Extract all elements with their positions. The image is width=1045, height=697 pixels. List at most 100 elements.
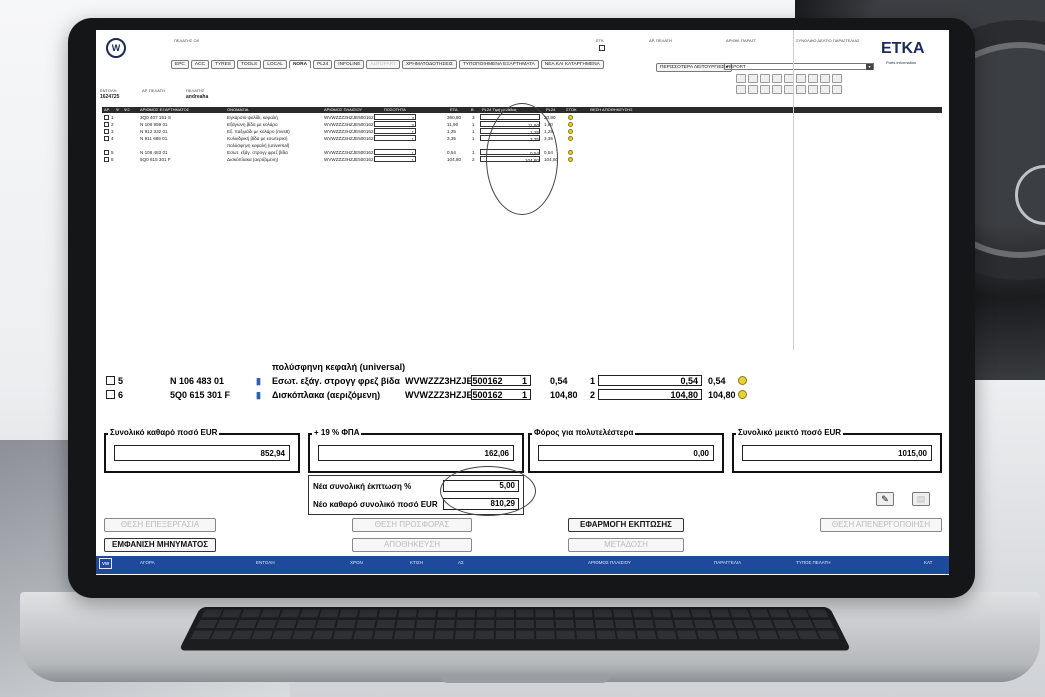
status-vin: ΑΡΙΘΜΟΣ ΠΛΑΙΣΙΟΥ	[588, 560, 631, 565]
undo-icon[interactable]	[772, 85, 782, 94]
tab-epc[interactable]: EPC	[171, 60, 189, 69]
right-divider	[793, 30, 794, 350]
table-row[interactable]: 5 N 106 483 01 ▮ Εσωτ. εξάγ. στρογγ φρεζ…	[98, 374, 958, 388]
row-unit-input[interactable]: 0,54	[598, 375, 702, 386]
customer-number-label: ΑΡ. ΠΕΛΑΤΗ	[649, 38, 672, 43]
row-b: 3	[472, 115, 475, 120]
copy-icon[interactable]	[748, 74, 758, 83]
row-checkbox[interactable]	[104, 115, 109, 120]
link-icon[interactable]	[748, 85, 758, 94]
luxury-tax-value: 0,00	[538, 445, 714, 461]
row-qty-input[interactable]: 2	[374, 114, 416, 121]
col-b[interactable]: Β	[471, 107, 474, 113]
row-qty-input[interactable]: 2	[374, 121, 416, 128]
row-checkbox[interactable]	[104, 136, 109, 141]
row-qty-input[interactable]: 1	[471, 375, 531, 386]
part-info-icon[interactable]: ▮	[256, 374, 261, 388]
save-button[interactable]: ΑΠΟΘΗΚΕΥΣΗ	[352, 538, 472, 552]
show-messages-button[interactable]: ΕΜΦΑΝΙΣΗ ΜΗΝΥΜΑΤΟΣ	[104, 538, 216, 552]
col-qty[interactable]: ΠΟΣΟΤΗΤΑ	[384, 107, 406, 113]
row-name: Εσωτ. εξάγ. στρογγ φρεζ βίδα	[227, 150, 288, 155]
calculator-icon[interactable]: ▤	[912, 492, 930, 506]
row-qty-input[interactable]: 1	[374, 156, 416, 163]
col-storage[interactable]: ΘΕΣΗ ΑΠΟΘΗΚΕΥΣΗΣ	[590, 107, 633, 113]
row-checkbox[interactable]	[106, 390, 115, 399]
tab-tyres[interactable]: TYRES	[211, 60, 236, 69]
tab-acc[interactable]: ACC	[190, 60, 210, 69]
lock-icon[interactable]	[808, 85, 818, 94]
row-no: 2	[111, 122, 114, 127]
row-eta: 0,54	[447, 150, 456, 155]
net-total-label: Συνολικό καθαρό ποσό EUR	[108, 428, 220, 437]
col-psi[interactable]: Ψ	[116, 107, 119, 113]
col-part-number[interactable]: ΑΡΙΘΜΟΣ ΕΞΑΡΤΗΜΑΤΟΣ	[140, 107, 189, 113]
row-checkbox[interactable]	[104, 129, 109, 134]
row-no: 5	[111, 150, 114, 155]
row-checkbox[interactable]	[106, 376, 115, 385]
etk-label: ΕΤΚ	[596, 38, 604, 43]
part-info-icon[interactable]: ▮	[256, 388, 261, 402]
col-stock[interactable]: ΣΤΟΚ	[566, 107, 577, 113]
row-checkbox[interactable]	[104, 157, 109, 162]
row-name: Εξάγωνη βίδα με κολάρο	[227, 122, 278, 127]
offer-button[interactable]: ΘΕΣΗ ΠΡΟΣΦΟΡΑΣ	[352, 518, 472, 532]
edit-button[interactable]: ΘΕΣΗ ΕΠΕΞΕΡΓΑΣΙΑ	[104, 518, 216, 532]
tab-new-discontinued[interactable]: ΝΕΑ ΚΑΙ ΚΑΤΑΡΓΗΜΕΝΑ	[540, 60, 604, 69]
row-b: 1	[472, 129, 475, 134]
grid-icon[interactable]	[736, 85, 746, 94]
filter-icon[interactable]	[760, 74, 770, 83]
row-eta: 1,25	[447, 129, 456, 134]
etk-checkbox[interactable]	[599, 45, 605, 51]
tag-icon[interactable]	[796, 85, 806, 94]
status-purchase: ΠΑΡΑΓΓΕΛΙΑ	[714, 560, 742, 565]
table-row[interactable]: 6 5Q0 615 301 F ▮ Δισκόπλακα (αεριζόμενη…	[98, 388, 958, 402]
row-qty-input[interactable]: 1	[471, 389, 531, 400]
tab-local[interactable]: LOCAL	[263, 60, 287, 69]
send-button[interactable]: ΜΕΤΑΔΟΣΗ	[568, 538, 684, 552]
row-eta: 360,80	[447, 115, 462, 120]
edit-icon[interactable]	[820, 74, 830, 83]
col-no[interactable]: ΑΡ.	[104, 107, 110, 113]
tab-infoline[interactable]: INFOLINE	[334, 60, 365, 69]
export-icon[interactable]	[808, 74, 818, 83]
stock-status-icon	[738, 390, 747, 399]
row-qty-input[interactable]: 1	[374, 128, 416, 135]
row-checkbox[interactable]	[104, 122, 109, 127]
row-name: Εσωτ. εξάγ. στρογγ φρεζ βίδα	[272, 376, 400, 386]
col-psi2[interactable]: Ψ2	[124, 107, 130, 113]
list-icon[interactable]	[772, 74, 782, 83]
dropdown-arrow-icon: ▾	[866, 64, 873, 70]
row-b: 1	[472, 150, 475, 155]
apply-discount-button[interactable]: ΕΦΑΡΜΟΓΗ ΕΚΠΤΩΣΗΣ	[568, 518, 684, 532]
split-right-icon[interactable]	[796, 74, 806, 83]
row-no: 4	[111, 136, 114, 141]
notes-icon[interactable]: ✎	[876, 492, 894, 506]
row-part: N 106 483 01	[140, 150, 168, 155]
deactivate-button[interactable]: ΘΕΣΗ ΑΠΕΝΕΡΓΟΠΟΙΗΣΗ	[820, 518, 942, 532]
tab-financing[interactable]: ΧΡΗΜΑΤΟΔΟΤΗΣΕΙΣ	[401, 60, 457, 69]
more-functions-button[interactable]: ΠΕΡΙΣΣΟΤΕΡΑ ΛΕΙΤΟΥΡΓΙΕΣ ▸	[656, 63, 733, 72]
tab-pl24[interactable]: PL24	[313, 60, 333, 69]
print-icon[interactable]	[736, 74, 746, 83]
row-unit-input[interactable]: 104,80	[598, 389, 702, 400]
laptop-notch	[440, 675, 610, 683]
row-qty-input[interactable]: 1	[374, 135, 416, 142]
row-checkbox[interactable]	[104, 150, 109, 155]
forward-icon[interactable]	[832, 74, 842, 83]
col-vin[interactable]: ΑΡΙΘΜΟΣ ΠΛΑΙΣΙΟΥ	[324, 107, 362, 113]
report-select[interactable]: REPORT ▾	[724, 63, 874, 70]
col-pl24[interactable]: PL24	[546, 107, 555, 113]
col-description[interactable]: ΟΝΟΜΑΣΙΑ	[227, 107, 248, 113]
col-eta[interactable]: ΕΤΑ	[450, 107, 457, 113]
prev-page-icon[interactable]	[832, 85, 842, 94]
tab-tools[interactable]: TOOLS	[237, 60, 262, 69]
row-name: πολύσφηνη κεφαλή (universal)	[227, 143, 290, 148]
tab-autopart[interactable]: AUTOPART	[366, 60, 400, 69]
tab-nora[interactable]: NORA	[288, 60, 312, 69]
tab-standard-parts[interactable]: ΤΥΠΟΠΟΙΗΜΕΝΑ ΕΞΑΡΤΗΜΑΤΑ	[458, 60, 539, 69]
connect-icon[interactable]	[760, 85, 770, 94]
row-qty-input[interactable]: 1	[374, 149, 416, 156]
status-market: ΑΓΟΡΑ	[140, 560, 155, 565]
first-page-icon[interactable]	[820, 85, 830, 94]
row-part: N 106 959 01	[140, 122, 168, 127]
